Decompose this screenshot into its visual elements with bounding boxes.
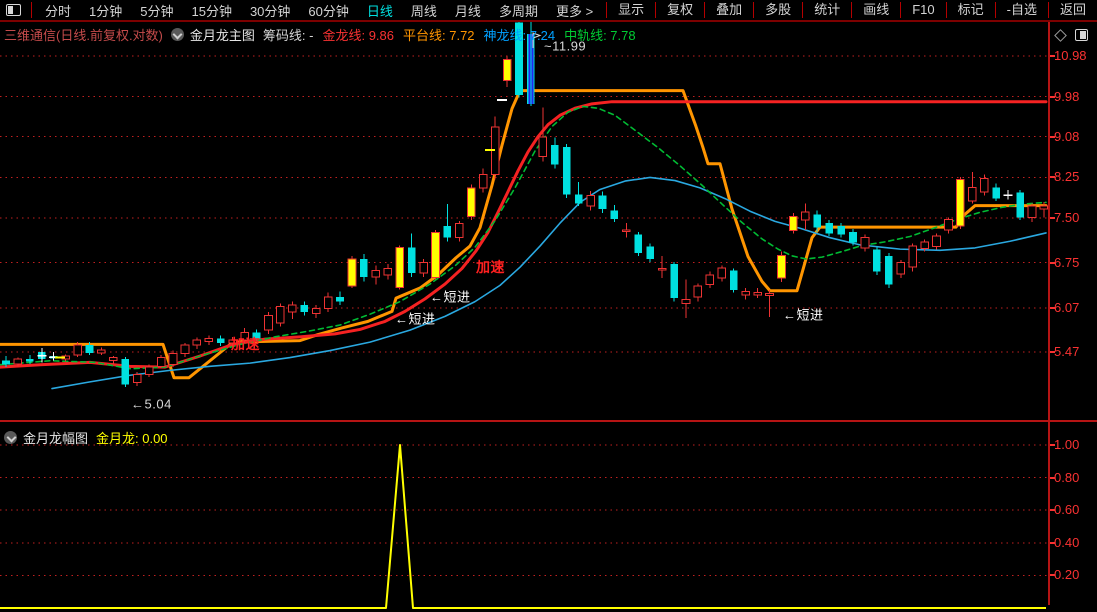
sub-indicator-name[interactable]: 金月龙幅图 <box>23 428 88 447</box>
legend-中轨线: 中轨线: 7.78 <box>564 28 636 43</box>
sub-y-label: 0.60 <box>1054 502 1080 518</box>
main-y-tick <box>1050 135 1055 138</box>
menu-item-5分钟[interactable]: 5分钟 <box>131 1 182 20</box>
trading-app-window: 分时 1分钟 5分钟 15分钟 30分钟 60分钟 日线 周线 月线 多周期 更多 > 显示 复权 叠加… <box>0 0 1097 612</box>
menu-item-日线[interactable]: 日线 <box>358 1 402 20</box>
legend-筹码线: 筹码线: - <box>262 28 314 43</box>
collapse-chevron-icon[interactable] <box>4 431 17 444</box>
sub-y-label: 0.40 <box>1054 534 1080 550</box>
menu-item-60分钟[interactable]: 60分钟 <box>299 1 357 20</box>
sub-y-tick <box>1050 509 1055 512</box>
action-F10[interactable]: F10 <box>900 2 945 18</box>
menu-item-分时[interactable]: 分时 <box>36 1 80 20</box>
menu-item-更多 >[interactable]: 更多 > <box>547 1 602 20</box>
main-panel-header: 三维通信(日线.前复权.对数) 金月龙主图 筹码线: - 金龙线: 9.86 平台线… <box>4 25 645 44</box>
main-y-tick <box>1050 176 1055 179</box>
sub-indicator-chart[interactable] <box>0 422 1048 612</box>
action-叠加[interactable]: 叠加 <box>704 2 753 18</box>
split-window-icon[interactable] <box>6 4 21 16</box>
main-indicator-name[interactable]: 金月龙主图 <box>190 25 255 44</box>
main-y-tick <box>1050 95 1055 98</box>
main-y-label: 9.08 <box>1054 128 1080 144</box>
action-返回[interactable]: 返回 <box>1047 2 1097 18</box>
main-y-label: 6.75 <box>1054 254 1080 270</box>
toolbar-divider <box>31 2 32 18</box>
action-画线[interactable]: 画线 <box>851 2 900 18</box>
price-axis-line <box>1048 22 1050 605</box>
action-多股[interactable]: 多股 <box>753 2 802 18</box>
action-统计[interactable]: 统计 <box>802 2 851 18</box>
main-y-label: 8.25 <box>1054 169 1080 185</box>
collapse-chevron-icon[interactable] <box>170 28 184 41</box>
main-y-label: 9.98 <box>1054 88 1080 104</box>
legend-神龙线: 神龙线: 7.24 <box>483 28 556 43</box>
sub-y-tick <box>1050 541 1055 544</box>
sub-y-label: 0.20 <box>1054 567 1080 583</box>
action-显示[interactable]: 显示 <box>606 2 655 18</box>
sub-y-label: 0.80 <box>1054 469 1080 485</box>
menu-item-30分钟[interactable]: 30分钟 <box>241 1 299 20</box>
toolbar: 分时 1分钟 5分钟 15分钟 30分钟 60分钟 日线 周线 月线 多周期 更多 > 显示 复权 叠加… <box>0 0 1097 22</box>
action-menu: 显示 复权 叠加 多股 统计 画线 F10 标记 -自选 返回 <box>606 0 1097 20</box>
sub-panel-header: 金月龙幅图 金月龙: 0.00 <box>4 428 177 447</box>
period-menu: 分时 1分钟 5分钟 15分钟 30分钟 60分钟 日线 周线 月线 多周期 更多 > <box>0 0 602 20</box>
main-legend: 筹码线: - 金龙线: 9.86 平台线: 7.72 神龙线: 7.24 中轨线: 7.… <box>263 25 645 44</box>
action--自选[interactable]: -自选 <box>994 2 1048 18</box>
legend-金龙线: 金龙线: 9.86 <box>322 28 394 43</box>
stock-title: 三维通信(日线.前复权.对数) <box>4 28 163 43</box>
action-标记[interactable]: 标记 <box>945 2 995 18</box>
menu-item-1分钟[interactable]: 1分钟 <box>80 1 131 20</box>
menu-item-周线[interactable]: 周线 <box>402 1 446 20</box>
sub-y-label: 1.00 <box>1054 437 1080 452</box>
legend-平台线: 平台线: 7.72 <box>403 28 475 43</box>
main-candlestick-chart[interactable] <box>0 22 1048 421</box>
corner-icons <box>1054 28 1088 42</box>
sub-y-tick <box>1050 574 1055 577</box>
main-y-label: 10.98 <box>1054 47 1087 63</box>
sub-legend: 金月龙: 0.00 <box>96 428 177 447</box>
main-y-label: 5.47 <box>1054 344 1080 360</box>
main-y-tick <box>1050 261 1055 264</box>
pane-toggle-icon[interactable] <box>1075 29 1088 41</box>
main-y-label: 7.50 <box>1054 209 1080 225</box>
menu-item-15分钟[interactable]: 15分钟 <box>182 1 240 20</box>
main-y-tick <box>1050 54 1055 57</box>
legend-金月龙: 金月龙: 0.00 <box>96 431 168 446</box>
main-y-label: 6.07 <box>1054 299 1080 315</box>
sub-y-tick <box>1050 444 1055 446</box>
main-y-tick <box>1050 306 1055 309</box>
main-y-tick <box>1050 216 1055 219</box>
menu-item-月线[interactable]: 月线 <box>446 1 490 20</box>
menu-item-多周期[interactable]: 多周期 <box>490 1 547 20</box>
main-y-tick <box>1050 351 1055 354</box>
sub-y-tick <box>1050 476 1055 479</box>
diamond-marker-icon[interactable] <box>1054 28 1067 42</box>
action-复权[interactable]: 复权 <box>655 2 704 18</box>
